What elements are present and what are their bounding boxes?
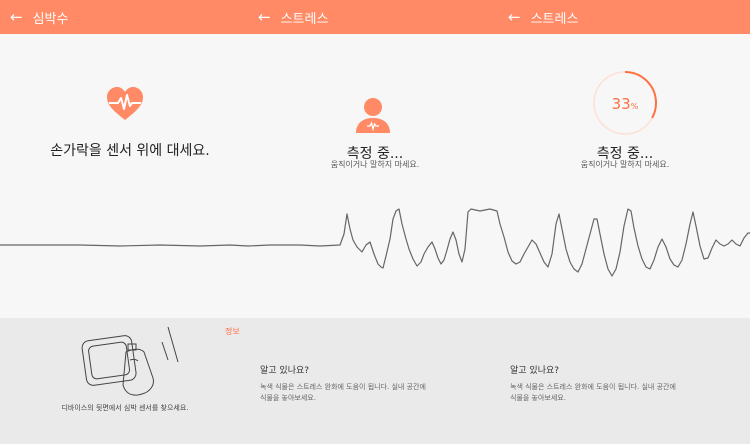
screen-title: 심박수 xyxy=(32,11,69,27)
header-heart-rate: ← 심박수 xyxy=(10,0,68,34)
back-arrow-icon[interactable]: ← xyxy=(508,8,521,26)
info-link[interactable]: 정보 xyxy=(225,326,240,337)
tip-card: 알고 있나요? 녹색 식물은 스트레스 완화에 도움이 됩니다. 실내 공간에 … xyxy=(260,363,490,404)
tip-question: 알고 있나요? xyxy=(260,366,310,376)
tip-line1: 녹색 식물은 스트레스 완화에 도움이 됩니다. 실내 공간에 xyxy=(510,383,676,391)
tip-line2: 식물을 놓아보세요. xyxy=(260,394,316,402)
top-bar xyxy=(0,0,750,34)
tip-card: 알고 있나요? 녹색 식물은 스트레스 완화에 도움이 됩니다. 실내 공간에 … xyxy=(510,363,740,404)
heartbeat-waveform xyxy=(0,208,750,277)
header-stress-2: ← 스트레스 xyxy=(508,0,578,34)
header-stress-1: ← 스트레스 xyxy=(258,0,328,34)
sensor-caption: 디바이스의 뒷면에서 심박 센서를 찾으세요. xyxy=(61,404,189,412)
tip-question: 알고 있나요? xyxy=(510,366,560,376)
back-arrow-icon[interactable]: ← xyxy=(10,8,23,26)
screen-title: 스트레스 xyxy=(280,11,329,27)
tip-line1: 녹색 식물은 스트레스 완화에 도움이 됩니다. 실내 공간에 xyxy=(260,383,426,391)
tip-line2: 식물을 놓아보세요. xyxy=(510,394,566,402)
screen-title: 스트레스 xyxy=(530,11,579,27)
hand-device-illustration xyxy=(81,326,179,396)
back-arrow-icon[interactable]: ← xyxy=(258,8,271,26)
